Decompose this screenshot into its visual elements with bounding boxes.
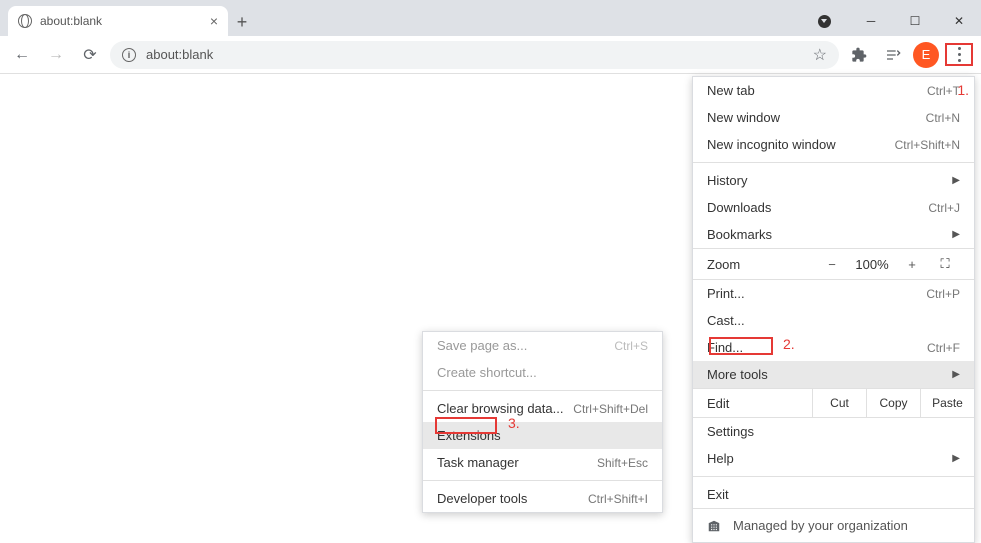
site-info-icon[interactable]: i xyxy=(122,48,136,62)
submenu-clear-data[interactable]: Clear browsing data... Ctrl+Shift+Del xyxy=(423,395,662,422)
menu-edit: Edit Cut Copy Paste xyxy=(693,388,974,418)
chevron-right-icon: ▶ xyxy=(952,453,960,464)
paste-button[interactable]: Paste xyxy=(920,389,974,417)
menu-new-tab[interactable]: New tab Ctrl+T xyxy=(693,77,974,104)
zoom-level: 100% xyxy=(850,257,894,272)
menu-bookmarks[interactable]: Bookmarks ▶ xyxy=(693,221,974,248)
maximize-button[interactable]: ☐ xyxy=(893,6,937,36)
bookmark-star-icon[interactable]: ☆ xyxy=(813,45,827,65)
close-window-button[interactable]: ✕ xyxy=(937,6,981,36)
extensions-puzzle-icon[interactable] xyxy=(845,41,873,69)
menu-button[interactable] xyxy=(949,47,969,62)
menu-print[interactable]: Print... Ctrl+P xyxy=(693,280,974,307)
submenu-save-page[interactable]: Save page as... Ctrl+S xyxy=(423,332,662,359)
menu-separator xyxy=(693,476,974,477)
cut-button[interactable]: Cut xyxy=(812,389,866,417)
browser-titlebar: about:blank × + ─ ☐ ✕ xyxy=(0,0,981,36)
submenu-task-manager[interactable]: Task manager Shift+Esc xyxy=(423,449,662,476)
menu-separator xyxy=(423,480,662,481)
building-icon xyxy=(707,519,721,533)
menu-history[interactable]: History ▶ xyxy=(693,167,974,194)
main-menu: New tab Ctrl+T New window Ctrl+N New inc… xyxy=(692,76,975,543)
reload-button[interactable]: ⟳ xyxy=(76,41,104,69)
media-control-icon[interactable] xyxy=(879,41,907,69)
menu-managed[interactable]: Managed by your organization xyxy=(693,508,974,542)
more-tools-submenu: Save page as... Ctrl+S Create shortcut..… xyxy=(422,331,663,513)
chevron-right-icon: ▶ xyxy=(952,229,960,240)
menu-downloads[interactable]: Downloads Ctrl+J xyxy=(693,194,974,221)
menu-separator xyxy=(693,162,974,163)
menu-separator xyxy=(423,390,662,391)
profile-avatar[interactable]: E xyxy=(913,42,939,68)
close-tab-icon[interactable]: × xyxy=(210,13,218,29)
window-controls: ─ ☐ ✕ xyxy=(805,6,981,36)
menu-exit[interactable]: Exit xyxy=(693,481,974,508)
url-text: about:blank xyxy=(146,47,213,62)
copy-button[interactable]: Copy xyxy=(866,389,920,417)
globe-icon xyxy=(18,14,32,28)
submenu-create-shortcut[interactable]: Create shortcut... xyxy=(423,359,662,386)
menu-find[interactable]: Find... Ctrl+F xyxy=(693,334,974,361)
menu-new-window[interactable]: New window Ctrl+N xyxy=(693,104,974,131)
new-tab-button[interactable]: + xyxy=(228,8,256,36)
tab-title: about:blank xyxy=(40,14,102,28)
submenu-extensions[interactable]: Extensions xyxy=(423,422,662,449)
menu-settings[interactable]: Settings xyxy=(693,418,974,445)
browser-tab[interactable]: about:blank × xyxy=(8,6,228,36)
chevron-right-icon: ▶ xyxy=(952,175,960,186)
menu-more-tools[interactable]: More tools ▶ xyxy=(693,361,974,388)
annotation-box-1 xyxy=(945,43,973,66)
address-bar[interactable]: i about:blank ☆ xyxy=(110,41,839,69)
zoom-in-button[interactable]: + xyxy=(894,257,930,272)
chevron-right-icon: ▶ xyxy=(952,369,960,380)
menu-zoom: Zoom − 100% + ⛶ xyxy=(693,248,974,280)
submenu-dev-tools[interactable]: Developer tools Ctrl+Shift+I xyxy=(423,485,662,512)
forward-button[interactable]: → xyxy=(42,41,70,69)
menu-help[interactable]: Help ▶ xyxy=(693,445,974,472)
zoom-out-button[interactable]: − xyxy=(814,257,850,272)
account-indicator-icon[interactable] xyxy=(805,6,849,36)
minimize-button[interactable]: ─ xyxy=(849,6,893,36)
menu-new-incognito[interactable]: New incognito window Ctrl+Shift+N xyxy=(693,131,974,158)
browser-toolbar: ← → ⟳ i about:blank ☆ E xyxy=(0,36,981,74)
menu-cast[interactable]: Cast... xyxy=(693,307,974,334)
back-button[interactable]: ← xyxy=(8,41,36,69)
fullscreen-button[interactable]: ⛶ xyxy=(930,256,960,272)
